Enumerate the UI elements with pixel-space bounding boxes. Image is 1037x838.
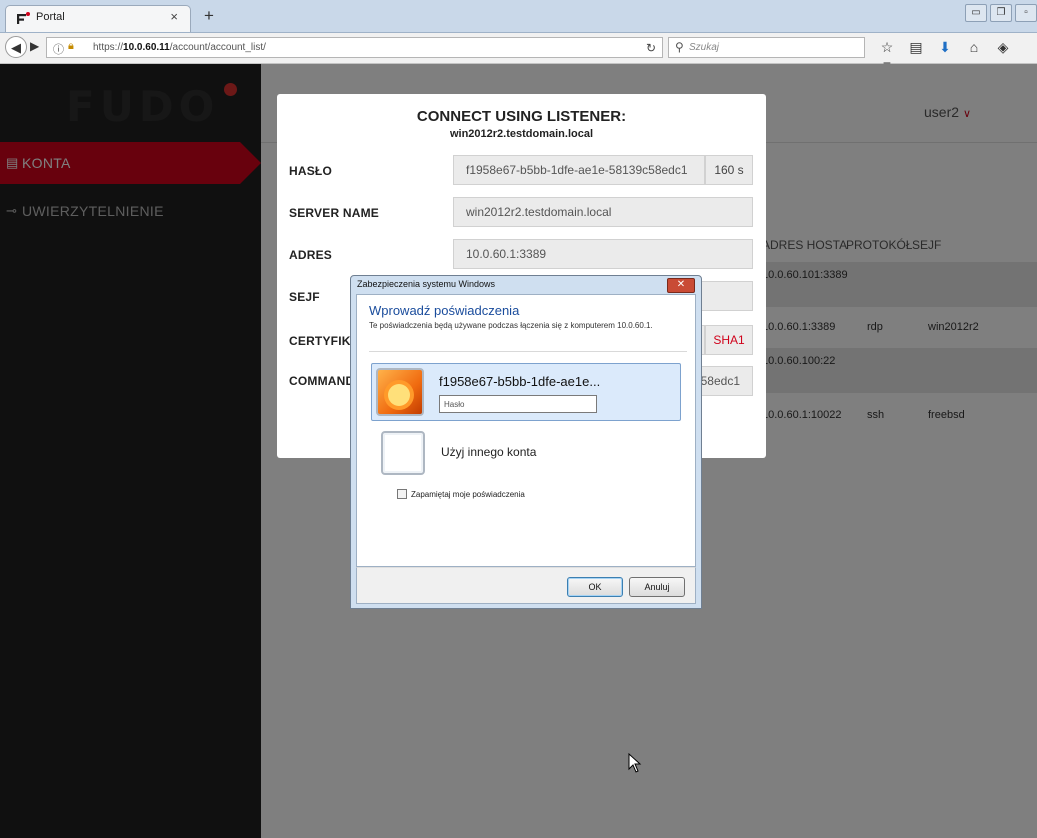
close-window-icon[interactable]: ▫ bbox=[1015, 4, 1037, 22]
bookmark-star-icon[interactable]: ☆ bbox=[876, 39, 898, 56]
restore-icon[interactable]: ❐ bbox=[990, 4, 1012, 22]
new-tab-button[interactable]: + bbox=[198, 5, 220, 27]
dialog-footer: OK Anuluj bbox=[356, 567, 696, 604]
ok-button[interactable]: OK bbox=[567, 577, 623, 597]
browser-tab-bar: Portal × + ▭ ❐ ▫ bbox=[0, 0, 1037, 33]
address-field[interactable]: 10.0.60.1:3389 bbox=[453, 239, 753, 269]
page: FUDO ▤ KONTA ⊸ UWIERZYTELNIENIE user2∨ A… bbox=[0, 64, 1037, 838]
browser-tab[interactable]: Portal × bbox=[5, 5, 191, 32]
back-arrow-icon[interactable]: ◀ bbox=[5, 36, 27, 58]
dialog-description: Te poświadczenia będą używane podczas łą… bbox=[369, 321, 653, 330]
remember-credentials-label[interactable]: Zapamiętaj moje poświadczenia bbox=[411, 490, 525, 499]
server-name-field[interactable]: win2012r2.testdomain.local bbox=[453, 197, 753, 227]
mouse-cursor-icon bbox=[628, 753, 642, 773]
dialog-close-icon[interactable]: ✕ bbox=[667, 278, 695, 293]
address-label: ADRES bbox=[289, 248, 333, 262]
reload-icon[interactable]: ↻ bbox=[646, 41, 656, 55]
download-icon[interactable]: ⬇ bbox=[934, 39, 956, 56]
home-icon[interactable]: ⌂ bbox=[963, 39, 985, 55]
user-avatar-flower-icon bbox=[376, 368, 424, 416]
info-icon[interactable]: ⓘ bbox=[53, 41, 64, 57]
credential-tile-selected[interactable]: f1958e67-b5bb-1dfe-ae1e... Hasło bbox=[371, 363, 681, 421]
tab-close-icon[interactable]: × bbox=[170, 9, 178, 24]
blank-avatar-icon[interactable] bbox=[381, 431, 425, 475]
cancel-button[interactable]: Anuluj bbox=[629, 577, 685, 597]
warning-lock-icon[interactable]: 🔒︎ bbox=[68, 40, 74, 53]
search-placeholder: Szukaj bbox=[689, 42, 720, 53]
window-controls: ▭ ❐ ▫ bbox=[962, 4, 1037, 22]
password-input[interactable]: Hasło bbox=[439, 395, 597, 413]
modal-subtitle: win2012r2.testdomain.local bbox=[449, 128, 594, 140]
certificate-algo: SHA1 bbox=[705, 325, 753, 355]
dialog-body: Wprowadź poświadczenia Te poświadczenia … bbox=[356, 294, 696, 567]
search-icon: ⚲ bbox=[675, 40, 684, 54]
windows-security-dialog: Zabezpieczenia systemu Windows ✕ Wprowad… bbox=[350, 275, 702, 609]
fudo-favicon-icon bbox=[17, 12, 30, 24]
url-text: https://10.0.60.11/account/account_list/ bbox=[93, 42, 266, 53]
dialog-separator bbox=[369, 351, 687, 352]
forward-arrow-icon[interactable]: ▶ bbox=[30, 39, 39, 53]
browser-nav-bar: ◀ ▶ ⓘ 🔒︎ https://10.0.60.11/account/acco… bbox=[0, 33, 1037, 73]
use-other-account-link[interactable]: Użyj innego konta bbox=[441, 445, 536, 459]
modal-title: CONNECT USING LISTENER: bbox=[416, 108, 627, 125]
password-ttl: 160 s bbox=[705, 155, 753, 185]
reading-list-icon[interactable]: ▤ bbox=[905, 39, 927, 56]
password-label: HASŁO bbox=[289, 164, 332, 178]
address-bar[interactable]: ⓘ 🔒︎ https://10.0.60.11/account/account_… bbox=[46, 37, 663, 58]
tab-title: Portal bbox=[36, 11, 65, 23]
dialog-heading: Wprowadź poświadczenia bbox=[369, 303, 520, 318]
server-name-label: SERVER NAME bbox=[289, 206, 379, 220]
minimize-icon[interactable]: ▭ bbox=[965, 4, 987, 22]
command-label: COMMAND bbox=[289, 374, 355, 388]
remember-credentials-checkbox[interactable] bbox=[397, 489, 407, 499]
credential-username: f1958e67-b5bb-1dfe-ae1e... bbox=[439, 374, 601, 389]
dialog-title: Zabezpieczenia systemu Windows bbox=[357, 279, 496, 289]
vault-label: SEJF bbox=[289, 290, 320, 304]
search-input[interactable]: ⚲ Szukaj bbox=[668, 37, 865, 58]
password-field[interactable]: f1958e67-b5bb-1dfe-ae1e-58139c58edc1 bbox=[453, 155, 705, 185]
pocket-icon[interactable]: ◈ bbox=[992, 39, 1014, 56]
